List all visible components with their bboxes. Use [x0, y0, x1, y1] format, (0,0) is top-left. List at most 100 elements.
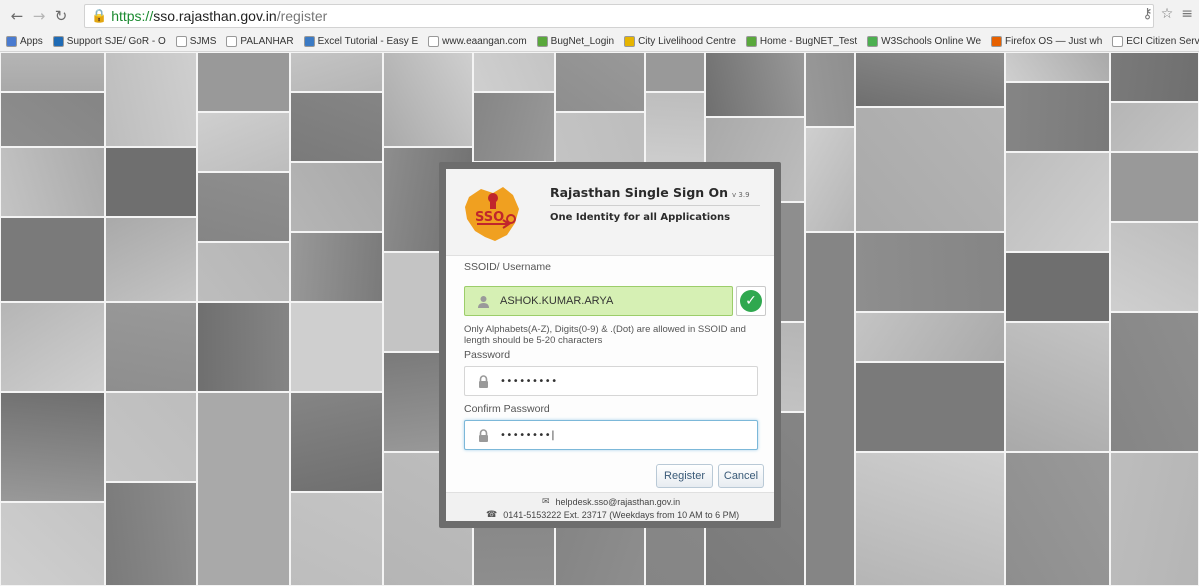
collage-photo-tile	[0, 217, 105, 302]
check-icon: ✓	[740, 290, 762, 312]
collage-photo-tile	[855, 362, 1005, 452]
collage-photo-tile	[473, 92, 555, 162]
collage-photo-tile	[197, 52, 290, 112]
page-icon	[1112, 36, 1124, 47]
collage-photo-tile	[1005, 152, 1110, 252]
collage-photo-tile	[0, 147, 105, 217]
collage-photo-tile	[1110, 452, 1199, 586]
sso-register-dialog: SSO Rajasthan Single Sign On v 3.9 One Id…	[439, 162, 781, 528]
bookmark-item[interactable]: City Livelihood Centre	[624, 36, 736, 47]
collage-photo-tile	[1110, 102, 1199, 152]
helpdesk-phone-text: 0141-5153222 Ext. 23717 (Weekdays from 1…	[503, 509, 740, 520]
collage-photo-tile	[105, 482, 197, 586]
browser-toolbar: ← → ↻ 🔒 https:// sso.rajasthan.gov.in /r…	[0, 0, 1199, 32]
collage-photo-tile	[855, 232, 1005, 312]
ssoid-input[interactable]: ASHOK.KUMAR.ARYA	[464, 286, 733, 316]
reload-icon[interactable]: ↻	[52, 5, 70, 27]
ssoid-hint: Only Alphabets(A-Z), Digits(0-9) & .(Dot…	[464, 324, 746, 346]
bookmark-item[interactable]: Apps	[6, 36, 43, 47]
bookmark-label: www.eaangan.com	[442, 36, 527, 47]
collage-photo-tile	[0, 392, 105, 502]
collage-photo-tile	[0, 502, 105, 586]
bookmark-label: Home - BugNET_Test	[759, 36, 858, 47]
ssoid-value: ASHOK.KUMAR.ARYA	[500, 295, 614, 307]
bookmark-item[interactable]: Home - BugNET_Test	[745, 36, 858, 47]
url-path: /register	[276, 8, 328, 24]
toolbar-right-icons: ⚷ ☆ ≡	[1142, 6, 1193, 22]
collage-photo-tile	[855, 52, 1005, 107]
bookmark-item[interactable]: PALANHAR	[226, 36, 294, 47]
helpdesk-email: ✉ helpdesk.sso@rajasthan.gov.in	[542, 496, 680, 507]
collage-photo-tile	[1110, 52, 1199, 102]
collage-photo-tile	[290, 162, 383, 232]
collage-photo-tile	[473, 52, 555, 92]
dialog-footer: ✉ helpdesk.sso@rajasthan.gov.in ☎ 0141-5…	[446, 492, 774, 521]
collage-photo-tile	[197, 172, 290, 242]
envelope-icon: ✉	[542, 496, 550, 506]
forward-arrow-icon[interactable]: →	[30, 5, 48, 27]
smiley-icon	[624, 36, 636, 47]
register-button[interactable]: Register	[656, 464, 713, 488]
collage-photo-tile	[1110, 222, 1199, 312]
star-icon[interactable]: ☆	[1161, 6, 1174, 22]
collage-photo-tile	[855, 107, 1005, 232]
excel-tutorial-icon	[303, 36, 315, 47]
bookmark-label: SJMS	[189, 36, 217, 47]
collage-photo-tile	[1110, 312, 1199, 452]
ssoid-valid-indicator: ✓	[736, 286, 766, 316]
address-bar[interactable]: 🔒 https:// sso.rajasthan.gov.in /registe…	[84, 4, 1154, 28]
version-label: v 3.9	[732, 191, 750, 199]
lock-icon: 🔒	[91, 8, 108, 23]
collage-photo-tile	[0, 92, 105, 147]
confirm-password-input[interactable]: ••••••••|	[464, 420, 758, 450]
collage-photo-tile	[645, 92, 705, 172]
bookmarks-bar: Apps Support SJE/ GoR - O SJMS PALANHAR Exce…	[0, 32, 1199, 52]
collage-photo-tile	[197, 392, 290, 586]
url-host: sso.rajasthan.gov.in	[153, 8, 277, 24]
bookmark-label: City Livelihood Centre	[638, 36, 736, 47]
bookmark-item[interactable]: Support SJE/ GoR - O	[52, 36, 166, 47]
collage-photo-tile	[197, 112, 290, 172]
firefox-icon	[991, 36, 1003, 47]
bookmark-label: ECI Citizen Services	[1126, 36, 1199, 47]
collage-photo-tile	[0, 52, 105, 92]
user-icon	[478, 295, 489, 308]
collage-photo-tile	[105, 392, 197, 482]
bookmark-item[interactable]: Firefox OS — Just wh	[991, 36, 1102, 47]
collage-photo-tile	[645, 52, 705, 92]
collage-photo-tile	[805, 232, 855, 586]
collage-photo-tile	[1005, 452, 1110, 586]
bookmark-item[interactable]: Excel Tutorial - Easy E	[303, 36, 419, 47]
page-icon	[175, 36, 187, 47]
collage-photo-tile	[290, 302, 383, 392]
bookmark-label: Apps	[20, 36, 43, 47]
bookmark-item[interactable]: SJMS	[175, 36, 217, 47]
bookmark-item[interactable]: BugNet_Login	[536, 36, 614, 47]
collage-photo-tile	[105, 52, 197, 147]
w3schools-icon	[867, 36, 879, 47]
bookmark-item[interactable]: ECI Citizen Services	[1112, 36, 1199, 47]
bugnet-icon	[536, 36, 548, 47]
bugnet-icon	[745, 36, 757, 47]
collage-photo-tile	[855, 452, 1005, 586]
confirm-password-value: ••••••••|	[500, 429, 556, 441]
collage-photo-tile	[105, 302, 197, 392]
page-icon	[226, 36, 238, 47]
bookmark-item[interactable]: www.eaangan.com	[428, 36, 527, 47]
padlock-icon	[479, 428, 488, 442]
padlock-icon	[479, 374, 488, 388]
back-arrow-icon[interactable]: ←	[8, 5, 26, 27]
password-value: •••••••••	[500, 375, 558, 387]
collage-photo-tile	[197, 242, 290, 302]
menu-icon[interactable]: ≡	[1181, 6, 1193, 22]
cancel-button[interactable]: Cancel	[718, 464, 764, 488]
page-icon	[428, 36, 440, 47]
collage-photo-tile	[855, 312, 1005, 362]
helpdesk-email-text[interactable]: helpdesk.sso@rajasthan.gov.in	[556, 497, 681, 507]
key-icon[interactable]: ⚷	[1142, 6, 1152, 22]
collage-photo-tile	[105, 147, 197, 217]
password-input[interactable]: •••••••••	[464, 366, 758, 396]
bookmark-item[interactable]: W3Schools Online We	[867, 36, 981, 47]
bookmark-label: Excel Tutorial - Easy E	[317, 36, 419, 47]
collage-photo-tile	[290, 232, 383, 302]
